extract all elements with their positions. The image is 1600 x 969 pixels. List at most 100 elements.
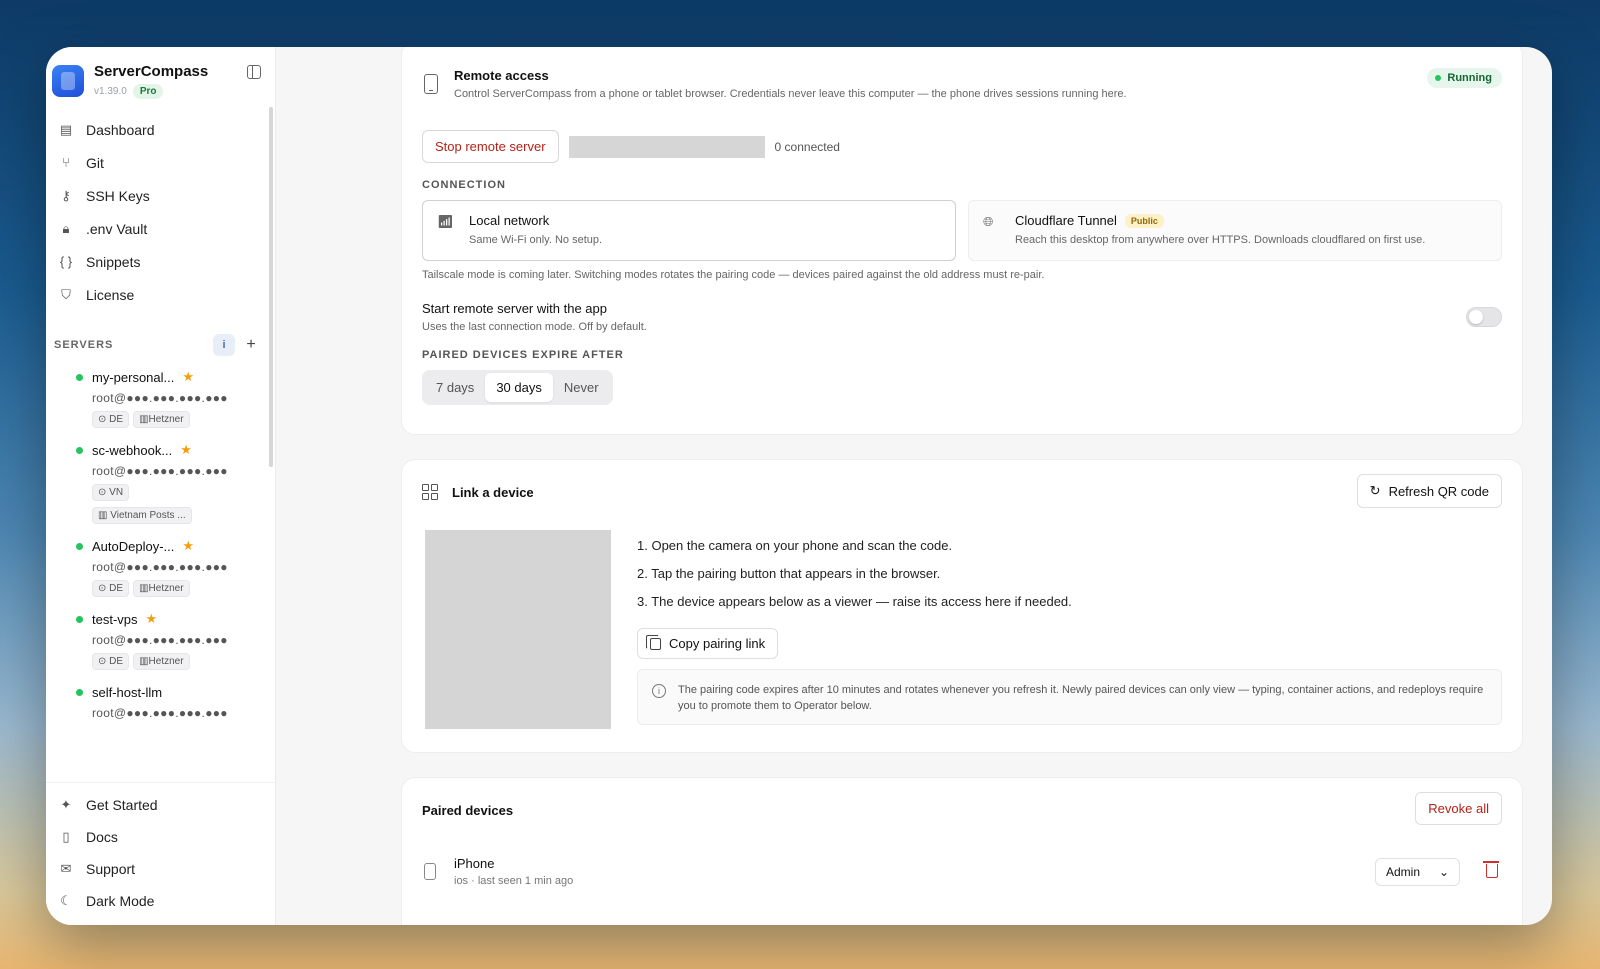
git-branch-icon: ⑂ xyxy=(62,155,70,170)
star-icon[interactable]: ★ xyxy=(180,442,192,458)
add-server-icon[interactable]: + xyxy=(243,336,259,354)
sparkles-icon: ✦ xyxy=(60,797,72,812)
nav-item-git[interactable]: ⑂ Git xyxy=(54,146,267,179)
location-tag: ⊙ DE xyxy=(92,411,130,428)
star-icon[interactable]: ★ xyxy=(182,538,194,554)
nav-item-dashboard[interactable]: ▤ Dashboard xyxy=(54,113,267,146)
stop-remote-server-button[interactable]: Stop remote server xyxy=(422,130,559,163)
app-name: ServerCompass xyxy=(94,63,209,80)
expire-segmented-control: 7 days 30 days Never xyxy=(422,370,613,405)
instruction-step: 2. Tap the pairing button that appears i… xyxy=(637,566,941,581)
server-item[interactable]: my-personal... ★ root@●●●.●●●.●●●.●●● ⊙ D… xyxy=(76,367,275,428)
expire-option-never[interactable]: Never xyxy=(553,373,610,402)
server-name: sc-webhook... xyxy=(92,442,173,458)
app-version: v1.39.0 xyxy=(94,86,127,97)
mail-icon: ✉ xyxy=(60,861,72,876)
nav-item-support[interactable]: ✉ Support xyxy=(54,853,267,885)
expire-option-30-days[interactable]: 30 days xyxy=(485,373,553,402)
star-icon[interactable]: ★ xyxy=(182,369,194,385)
start-with-app-description: Uses the last connection mode. Off by de… xyxy=(422,321,647,333)
connection-option-title: Local network xyxy=(469,213,550,228)
paired-devices-card: Paired devices Revoke all iPhone ios · l… xyxy=(401,777,1523,925)
server-host: root@●●●.●●●.●●●.●●● xyxy=(92,706,228,720)
sidebar-footer: ✦ Get Started ▯ Docs ✉ Support ☾ Dark Mo… xyxy=(46,782,275,925)
provider-tag: ▥Hetzner xyxy=(133,580,190,597)
location-tag: ⊙ DE xyxy=(92,653,130,670)
server-item[interactable]: test-vps ★ root@●●●.●●●.●●●.●●● ⊙ DE ▥Het… xyxy=(76,609,275,670)
trash-icon[interactable] xyxy=(1483,861,1499,878)
main-nav: ▤ Dashboard ⑂ Git ⚷ SSH Keys 🔒︎ .env Vau… xyxy=(46,107,275,317)
device-role-select[interactable]: Admin ⌄ xyxy=(1375,858,1460,886)
nav-item-label: Dashboard xyxy=(86,121,155,138)
shield-icon: ⛉ xyxy=(61,286,71,302)
device-row: iPhone ios · last seen 1 min ago xyxy=(422,856,1502,887)
pairing-notice: i The pairing code expires after 10 minu… xyxy=(637,669,1502,725)
nav-item-label: Get Started xyxy=(86,797,158,813)
expire-label: PAIRED DEVICES EXPIRE AFTER xyxy=(422,349,624,361)
nav-item-get-started[interactable]: ✦ Get Started xyxy=(54,789,267,821)
location-tag: ⊙ DE xyxy=(92,580,130,597)
phone-icon xyxy=(424,74,438,94)
status-dot xyxy=(76,615,83,623)
nav-item-label: Dark Mode xyxy=(86,893,155,909)
refresh-qr-button[interactable]: ↻ Refresh QR code xyxy=(1356,474,1502,508)
server-item[interactable]: sc-webhook... ★ root@●●●.●●●.●●●.●●● ⊙ VN… xyxy=(76,440,275,524)
braces-icon: { } xyxy=(59,254,73,269)
chevron-down-icon: ⌄ xyxy=(1438,865,1449,879)
nav-item-docs[interactable]: ▯ Docs xyxy=(54,821,267,853)
nav-item-license[interactable]: ⛉ License xyxy=(54,278,267,311)
server-host: root@●●●.●●●.●●●.●●● xyxy=(92,391,228,405)
remote-access-description: Control ServerCompass from a phone or ta… xyxy=(454,88,1127,100)
connection-option-cloudflare[interactable]: 🌐︎ Cloudflare Tunnel Public Reach this de… xyxy=(968,200,1502,261)
status-dot xyxy=(76,688,83,696)
connected-count: 0 connected xyxy=(774,139,840,154)
revoke-all-button[interactable]: Revoke all xyxy=(1415,792,1502,825)
wifi-icon: 📶︎ xyxy=(437,214,454,229)
globe-icon: 🌐︎ xyxy=(983,214,994,229)
link-device-title: Link a device xyxy=(452,484,534,500)
connection-hint: Tailscale mode is coming later. Switchin… xyxy=(422,269,1045,281)
start-with-app-title: Start remote server with the app xyxy=(422,301,607,316)
instruction-step: 3. The device appears below as a viewer … xyxy=(637,594,1072,609)
instruction-step: 1. Open the camera on your phone and sca… xyxy=(637,538,953,553)
location-tag: ⊙ VN xyxy=(92,484,130,501)
device-meta: ios · last seen 1 min ago xyxy=(454,875,574,887)
servers-header: SERVERS i + xyxy=(46,331,275,359)
main-content: Remote access Control ServerCompass from… xyxy=(276,47,1552,925)
server-item[interactable]: AutoDeploy-... ★ root@●●●.●●●.●●●.●●● ⊙ D… xyxy=(76,536,275,597)
paired-devices-title: Paired devices xyxy=(422,802,514,818)
remote-access-title: Remote access xyxy=(454,68,549,83)
connection-option-title: Cloudflare Tunnel xyxy=(1015,213,1117,228)
status-badge: Running xyxy=(1427,68,1502,88)
info-icon[interactable]: i xyxy=(213,334,235,356)
star-icon[interactable]: ★ xyxy=(146,611,158,627)
nav-item-dark-mode[interactable]: ☾ Dark Mode xyxy=(54,885,267,917)
nav-item-env-vault[interactable]: 🔒︎ .env Vault xyxy=(54,212,267,245)
connection-option-local[interactable]: 📶︎ Local network Same Wi-Fi only. No set… xyxy=(422,200,956,261)
server-host: root@●●●.●●●.●●●.●●● xyxy=(92,560,228,574)
start-with-app-toggle[interactable] xyxy=(1466,307,1502,327)
status-dot xyxy=(76,373,83,381)
sidebar: ServerCompass v1.39.0 Pro ▤ Dashboard ⑂ … xyxy=(46,47,276,925)
remote-access-card: Remote access Control ServerCompass from… xyxy=(401,47,1523,435)
connection-label: CONNECTION xyxy=(422,179,506,191)
servers-title: SERVERS xyxy=(54,339,114,351)
expire-option-7-days[interactable]: 7 days xyxy=(425,373,485,402)
server-list: my-personal... ★ root@●●●.●●●.●●●.●●● ⊙ D… xyxy=(46,359,275,782)
refresh-icon: ↻ xyxy=(1369,483,1381,498)
phone-icon xyxy=(424,863,436,880)
pairing-notice-text: The pairing code expires after 10 minute… xyxy=(678,684,1484,712)
nav-item-snippets[interactable]: { } Snippets xyxy=(54,245,267,278)
qr-code-icon xyxy=(422,484,438,500)
device-name: iPhone xyxy=(454,856,495,871)
nav-item-label: Git xyxy=(86,154,104,171)
provider-tag: ▥Hetzner xyxy=(133,653,190,670)
server-item[interactable]: self-host-llm root@●●●.●●●.●●●.●●● xyxy=(76,682,275,720)
status-dot xyxy=(76,542,83,550)
nav-item-ssh-keys[interactable]: ⚷ SSH Keys xyxy=(54,179,267,212)
server-host: root@●●●.●●●.●●●.●●● xyxy=(92,464,228,478)
copy-pairing-link-button[interactable]: Copy pairing link xyxy=(637,628,779,659)
server-name: self-host-llm xyxy=(92,684,163,700)
sidebar-collapse-icon[interactable] xyxy=(247,65,261,79)
sidebar-scrollbar[interactable] xyxy=(269,107,273,467)
